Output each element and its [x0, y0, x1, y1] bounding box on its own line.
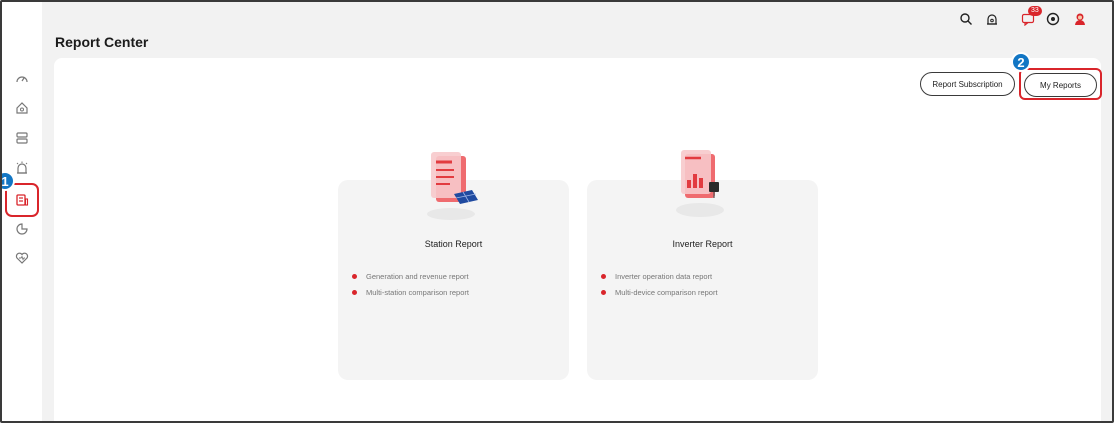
maintenance-icon[interactable] [13, 249, 31, 267]
inverter-report-feature: Inverter operation data report [601, 272, 712, 281]
main-content: 33 Report Center Report Subscription My … [42, 2, 1112, 421]
user-avatar[interactable] [1072, 11, 1088, 27]
alarm-bell-icon[interactable] [984, 11, 1000, 27]
message-count-badge: 33 [1028, 6, 1042, 16]
help-icon[interactable] [1045, 11, 1061, 27]
station-report-card[interactable]: Station Report Generation and revenue re… [338, 152, 569, 380]
report-icon [16, 194, 29, 206]
page-title: Report Center [55, 34, 149, 50]
bullet-dot [601, 274, 606, 279]
alarm-icon[interactable] [13, 159, 31, 177]
inverter-report-card[interactable]: Inverter Report Inverter operation data … [587, 150, 818, 380]
station-report-feature: Multi-station comparison report [352, 288, 469, 297]
topbar: 33 [942, 2, 1112, 36]
station-report-feature: Generation and revenue report [352, 272, 469, 281]
inverter-report-feature-label: Inverter operation data report [615, 272, 713, 281]
bullet-dot [352, 290, 357, 295]
my-reports-button[interactable]: My Reports [1024, 73, 1097, 97]
station-report-title: Station Report [424, 239, 483, 249]
sidebar: 1 [2, 2, 43, 421]
device-list-icon[interactable] [13, 129, 31, 147]
app-window: 1 33 Report Center Report Subscription M… [0, 0, 1114, 423]
bullet-dot [601, 290, 606, 295]
bullet-dot [352, 274, 357, 279]
report-panel: Report Subscription My Reports 2 Station… [54, 52, 1102, 421]
home-icon[interactable] [13, 99, 31, 117]
message-icon[interactable]: 33 [1020, 6, 1042, 27]
inverter-report-title: Inverter Report [672, 239, 733, 249]
statistics-icon[interactable] [13, 220, 31, 238]
inverter-report-feature: Multi-device comparison report [601, 288, 718, 297]
dashboard-icon[interactable] [13, 70, 31, 88]
station-report-feature-label: Multi-station comparison report [366, 288, 469, 297]
report-subscription-button[interactable]: Report Subscription [920, 72, 1015, 96]
inverter-report-illustration [665, 150, 735, 222]
step-2-marker: 2 [1011, 52, 1031, 72]
search-icon[interactable] [958, 11, 974, 27]
station-report-illustration [416, 150, 486, 222]
station-report-feature-label: Generation and revenue report [366, 272, 469, 281]
inverter-report-feature-label: Multi-device comparison report [615, 288, 718, 297]
